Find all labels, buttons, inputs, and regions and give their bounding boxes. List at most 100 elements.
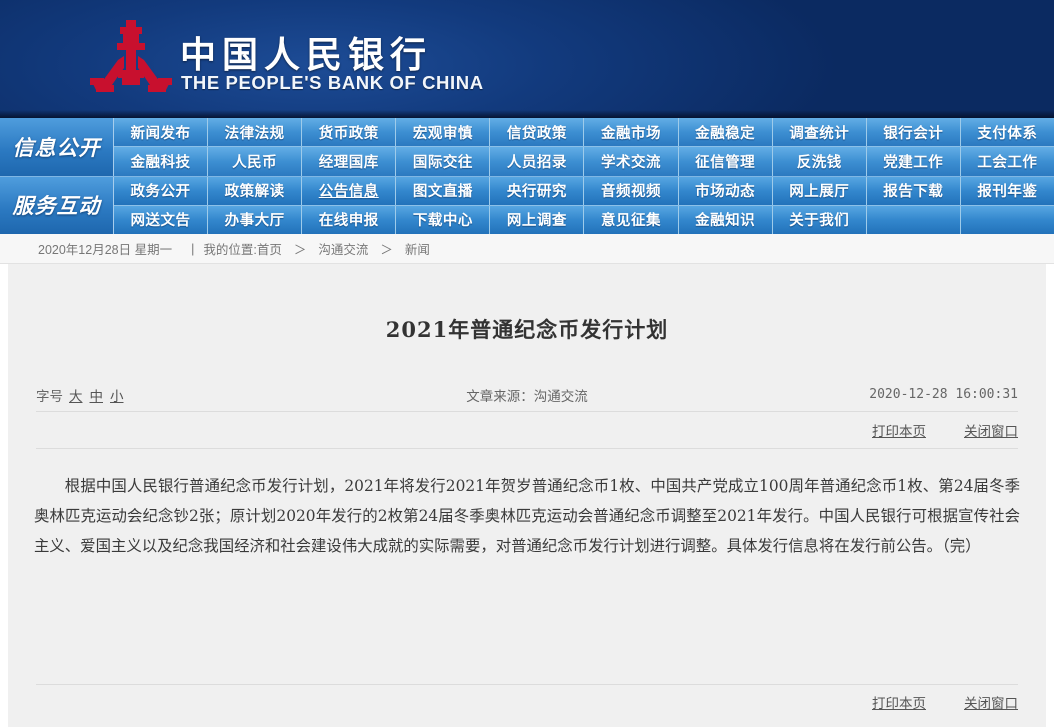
nav-item-rmb[interactable]: 人民币 bbox=[208, 147, 303, 176]
close-window-link-top[interactable]: 关闭窗口 bbox=[964, 420, 1018, 440]
nav-item-label: 支付体系 bbox=[977, 124, 1038, 142]
nav-item-label: 国际交往 bbox=[412, 153, 473, 171]
font-size-medium-button[interactable]: 中 bbox=[90, 389, 104, 404]
nav-item-recruitment[interactable]: 人员招录 bbox=[490, 147, 585, 176]
nav-item-live-broadcast[interactable]: 图文直播 bbox=[396, 176, 491, 205]
nav-item-credit-policy[interactable]: 信贷政策 bbox=[490, 118, 585, 147]
breadcrumb-item-communication[interactable]: 沟通交流 bbox=[318, 239, 368, 258]
breadcrumb-item-news[interactable]: 新闻 bbox=[405, 239, 430, 258]
nav-item-label: 金融知识 bbox=[695, 212, 756, 230]
font-size-small-button[interactable]: 小 bbox=[110, 389, 124, 404]
breadcrumb-divider: | bbox=[191, 241, 195, 256]
nav-item-label: 人员招录 bbox=[506, 153, 567, 171]
breadcrumb-location-label: 我的位置: bbox=[203, 243, 257, 257]
nav-item-laws-regulations[interactable]: 法律法规 bbox=[208, 118, 303, 147]
print-page-link-bottom[interactable]: 打印本页 bbox=[872, 692, 926, 712]
nav-item-label: 报告下载 bbox=[883, 183, 944, 201]
nav-item-market-dynamics[interactable]: 市场动态 bbox=[679, 176, 773, 205]
nav-item-financial-stability[interactable]: 金融稳定 bbox=[679, 118, 773, 147]
breadcrumb: 2020年12月28日 星期一 | 我的位置: 首页 ＞ 沟通交流 ＞ 新闻 bbox=[0, 234, 1054, 264]
nav-item-online-survey[interactable]: 网上调查 bbox=[490, 205, 585, 234]
nav-item-news-release[interactable]: 新闻发布 bbox=[114, 118, 209, 147]
nav-item-label: 音频视频 bbox=[601, 183, 662, 201]
nav-item-about-us[interactable]: 关于我们 bbox=[773, 205, 867, 234]
nav-item-online-exhibition[interactable]: 网上展厅 bbox=[773, 176, 867, 205]
close-window-link-bottom[interactable]: 关闭窗口 bbox=[964, 692, 1018, 712]
nav-item-label: 人民币 bbox=[232, 153, 278, 171]
nav-item-empty bbox=[961, 206, 1054, 234]
nav-item-label: 金融科技 bbox=[130, 153, 191, 171]
article-meta-row: 字号大中小 文章来源：沟通交流 2020-12-28 16:00:31 bbox=[36, 378, 1018, 412]
nav-item-service-hall[interactable]: 办事大厅 bbox=[208, 205, 303, 234]
nav-item-survey-statistics[interactable]: 调查统计 bbox=[773, 118, 867, 147]
pbc-logo-icon[interactable] bbox=[88, 18, 174, 102]
nav-item-periodical-yearbook[interactable]: 报刊年鉴 bbox=[961, 177, 1054, 205]
font-size-control: 字号大中小 bbox=[36, 385, 131, 405]
nav-item-label: 央行研究 bbox=[506, 183, 567, 201]
main-navigation: 信息公开 新闻发布 法律法规 货币政策 宏观审慎 信贷政策 金融市场 金融稳定 … bbox=[0, 118, 1054, 234]
nav-item-anti-money-laundering[interactable]: 反洗钱 bbox=[773, 147, 867, 176]
article-timestamp: 2020-12-28 16:00:31 bbox=[869, 387, 1018, 402]
nav-item-label: 关于我们 bbox=[789, 212, 850, 230]
nav-item-label: 政务公开 bbox=[130, 183, 191, 201]
nav-item-audio-video[interactable]: 音频视频 bbox=[584, 176, 679, 205]
nav-item-label: 金融稳定 bbox=[695, 124, 756, 142]
nav-item-label: 新闻发布 bbox=[130, 124, 191, 142]
nav-item-international-exchange[interactable]: 国际交往 bbox=[396, 147, 491, 176]
nav-item-trade-union[interactable]: 工会工作 bbox=[961, 147, 1054, 175]
breadcrumb-arrow-icon: ＞ bbox=[380, 243, 393, 257]
nav-row: 金融科技 人民币 经理国库 国际交往 人员招录 学术交流 征信管理 反洗钱 党建… bbox=[114, 146, 1054, 176]
nav-item-label: 市场动态 bbox=[695, 183, 756, 201]
breadcrumb-item-home[interactable]: 首页 bbox=[257, 239, 282, 258]
nav-item-academic-exchange[interactable]: 学术交流 bbox=[584, 147, 679, 176]
nav-item-label: 报刊年鉴 bbox=[977, 183, 1038, 201]
nav-item-treasury-management[interactable]: 经理国库 bbox=[302, 147, 397, 176]
nav-item-bank-accounting[interactable]: 银行会计 bbox=[867, 118, 961, 147]
nav-item-opinion-collection[interactable]: 意见征集 bbox=[584, 205, 679, 234]
nav-item-online-declaration[interactable]: 在线申报 bbox=[302, 205, 397, 234]
nav-item-label: 网上展厅 bbox=[789, 183, 850, 201]
nav-group-label-service-interaction[interactable]: 服务互动 bbox=[0, 176, 114, 234]
nav-item-label: 工会工作 bbox=[977, 153, 1038, 171]
nav-item-label: 征信管理 bbox=[695, 153, 756, 171]
print-page-link-top[interactable]: 打印本页 bbox=[872, 420, 926, 440]
nav-item-macro-prudential[interactable]: 宏观审慎 bbox=[396, 118, 491, 147]
nav-row: 政务公开 政策解读 公告信息 图文直播 央行研究 音频视频 市场动态 网上展厅 … bbox=[114, 176, 1054, 205]
nav-item-download-center[interactable]: 下载中心 bbox=[396, 205, 491, 234]
nav-item-label: 法律法规 bbox=[224, 124, 285, 142]
nav-item-label: 宏观审慎 bbox=[412, 124, 473, 142]
nav-item-announcements[interactable]: 公告信息 bbox=[302, 176, 397, 205]
nav-item-monetary-policy[interactable]: 货币政策 bbox=[302, 118, 397, 147]
nav-item-label: 反洗钱 bbox=[796, 153, 842, 171]
nav-item-financial-knowledge[interactable]: 金融知识 bbox=[679, 205, 773, 234]
nav-item-payment-system[interactable]: 支付体系 bbox=[961, 118, 1054, 146]
nav-item-label: 意见征集 bbox=[601, 212, 662, 230]
nav-item-financial-market[interactable]: 金融市场 bbox=[584, 118, 679, 147]
nav-group-label-info-disclosure[interactable]: 信息公开 bbox=[0, 118, 114, 176]
font-size-large-button[interactable]: 大 bbox=[69, 389, 83, 404]
nav-item-online-documents[interactable]: 网送文告 bbox=[114, 205, 209, 234]
nav-item-fintech[interactable]: 金融科技 bbox=[114, 147, 209, 176]
nav-item-label: 银行会计 bbox=[883, 124, 944, 142]
nav-item-label: 图文直播 bbox=[412, 183, 473, 201]
nav-item-label: 金融市场 bbox=[601, 124, 662, 142]
nav-item-party-building[interactable]: 党建工作 bbox=[867, 147, 961, 176]
nav-item-report-download[interactable]: 报告下载 bbox=[867, 176, 961, 205]
nav-group-service-interaction: 服务互动 政务公开 政策解读 公告信息 图文直播 央行研究 音频视频 市场动态 … bbox=[0, 176, 1054, 234]
nav-item-label: 网送文告 bbox=[130, 212, 191, 230]
breadcrumb-date: 2020年12月28日 星期一 bbox=[38, 243, 173, 257]
nav-item-label: 学术交流 bbox=[601, 153, 662, 171]
font-size-label: 字号 bbox=[36, 388, 63, 404]
article-tools-bottom: 打印本页 关闭窗口 bbox=[36, 684, 1018, 719]
nav-item-label: 下载中心 bbox=[412, 212, 473, 230]
nav-item-policy-interpretation[interactable]: 政策解读 bbox=[208, 176, 303, 205]
article-tools-top: 打印本页 关闭窗口 bbox=[36, 412, 1018, 449]
nav-item-government-affairs[interactable]: 政务公开 bbox=[114, 176, 209, 205]
nav-item-central-bank-research[interactable]: 央行研究 bbox=[490, 176, 585, 205]
nav-item-label: 在线申报 bbox=[318, 212, 379, 230]
nav-row: 网送文告 办事大厅 在线申报 下载中心 网上调查 意见征集 金融知识 关于我们 bbox=[114, 204, 1054, 234]
nav-item-label: 调查统计 bbox=[789, 124, 850, 142]
nav-rows-service-interaction: 政务公开 政策解读 公告信息 图文直播 央行研究 音频视频 市场动态 网上展厅 … bbox=[114, 176, 1054, 234]
nav-item-credit-reference[interactable]: 征信管理 bbox=[679, 147, 773, 176]
bank-name-en: THE PEOPLE'S BANK OF CHINA bbox=[181, 72, 484, 93]
